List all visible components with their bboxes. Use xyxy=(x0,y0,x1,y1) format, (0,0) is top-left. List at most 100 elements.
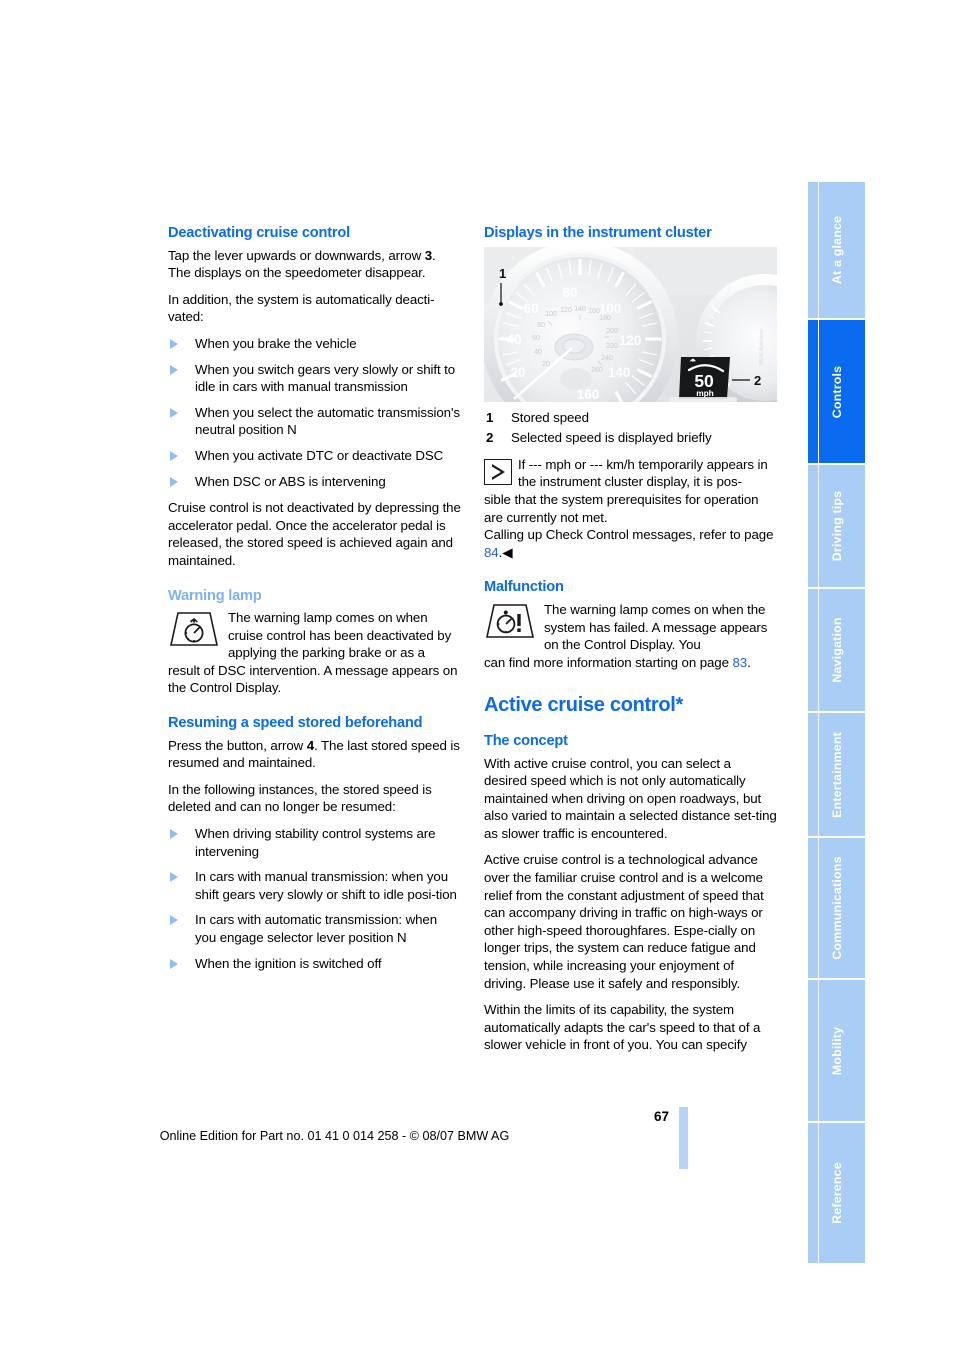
svg-text:60: 60 xyxy=(524,301,539,316)
warning-lamp-rest-text: result of DSC intervention. A message ap… xyxy=(168,662,458,696)
arrow-ref-3: 3 xyxy=(424,247,432,263)
list-item-label: When you select the automatic transmissi… xyxy=(195,404,460,438)
sidebar-item-entertainment[interactable]: Entertainment xyxy=(808,713,865,836)
svg-text:220: 220 xyxy=(606,341,618,350)
list-item-label: When DSC or ABS is intervening xyxy=(195,473,386,489)
triangle-bullet-icon xyxy=(170,915,178,926)
page-link-83[interactable]: 83 xyxy=(732,655,747,670)
svg-text:40: 40 xyxy=(507,332,522,347)
para-in-addition: In addition, the system is automatically… xyxy=(168,291,435,325)
heading-displays-instrument-cluster: Displays in the instrument cluster xyxy=(484,225,712,241)
concept-paragraph-1: With active cruise control, you can sele… xyxy=(484,755,777,841)
list-item-label: When driving stability control systems a… xyxy=(195,826,436,859)
legend-label: Selected speed is displayed briefly xyxy=(511,430,712,446)
sidebar-item-label: Navigation xyxy=(829,617,844,683)
triangle-bullet-icon xyxy=(170,958,178,969)
svg-text:140: 140 xyxy=(608,365,630,380)
legend-item: 2 Selected speed is displayed briefly xyxy=(484,429,777,447)
svg-text:120: 120 xyxy=(619,333,641,348)
sidebar-item-label: Reference xyxy=(829,1162,844,1224)
section-nav-tabs: At a glance Controls Driving tips Naviga… xyxy=(808,182,865,1265)
list-item-label: When you switch gears very slowly or shi… xyxy=(195,361,456,395)
manual-page: Deactivating cruise control Tap the leve… xyxy=(0,0,954,1350)
heading-deactivating-cruise-control: Deactivating cruise control xyxy=(168,225,350,241)
list-item-label: In cars with automatic transmission: whe… xyxy=(195,912,437,945)
cruise-speed-display: 50 mph xyxy=(679,356,730,399)
sidebar-item-reference[interactable]: Reference xyxy=(808,1123,865,1263)
tab-divider-line xyxy=(818,980,819,1121)
svg-text:60: 60 xyxy=(532,333,540,342)
sidebar-item-label: Controls xyxy=(829,365,844,418)
note-ref-part-a: Calling up Check Control messages, refer… xyxy=(484,527,774,543)
sidebar-item-mobility[interactable]: Mobility xyxy=(808,980,865,1121)
note-indent-text: If --- mph or --- km/h temporarily appea… xyxy=(518,456,768,490)
concept-paragraph-2: Active cruise control is a technological… xyxy=(484,852,764,991)
malfunction-rest-part-a: can find more information starting on pa… xyxy=(484,654,733,670)
sidebar-item-navigation[interactable]: Navigation xyxy=(808,589,865,711)
heading-resuming-speed: Resuming a speed stored beforehand xyxy=(168,715,423,732)
sidebar-item-driving-tips[interactable]: Driving tips xyxy=(808,465,865,587)
figure-callout-1: 1 xyxy=(499,266,506,281)
malfunction-rest-part-b: . xyxy=(747,654,751,670)
sidebar-item-label: Communications xyxy=(829,856,844,960)
malfunction-block: The warning lamp comes on when the syste… xyxy=(484,601,777,671)
svg-text:20: 20 xyxy=(511,365,526,380)
svg-text:180: 180 xyxy=(599,313,611,322)
para-tap-lever: Tap the lever upwards or downwards, arro… xyxy=(168,247,461,282)
note-cross-reference: Calling up Check Control messages, refer… xyxy=(484,526,777,561)
svg-text:mph: mph xyxy=(696,388,713,398)
para-following-instances: In the following instances, the stored s… xyxy=(168,781,432,815)
svg-text:200: 200 xyxy=(606,326,618,335)
list-item: When DSC or ABS is intervening xyxy=(168,473,461,491)
sidebar-item-label: At a glance xyxy=(829,215,844,285)
legend-item: 1 Stored speed xyxy=(484,409,777,427)
svg-text:240: 240 xyxy=(601,353,613,362)
instrument-cluster-illustration: 20 40 60 80 100 120 140 160 100 120 140 xyxy=(484,246,777,402)
list-item: When the ignition is switched off xyxy=(168,955,461,973)
triangle-bullet-icon xyxy=(170,364,178,375)
warning-lamp-block: The warning lamp comes on when cruise co… xyxy=(168,609,461,697)
triangle-bullet-icon xyxy=(170,829,178,840)
para-press-button-part-a: Press the button, arrow xyxy=(168,737,307,753)
sidebar-item-communications[interactable]: Communications xyxy=(808,838,865,978)
sidebar-item-label: Mobility xyxy=(829,1026,844,1075)
list-item-label: When you activate DTC or deactivate DSC xyxy=(195,447,444,463)
svg-text:120: 120 xyxy=(560,305,572,314)
triangle-bullet-icon xyxy=(170,407,178,418)
arrow-ref-4: 4 xyxy=(306,737,315,753)
page-number: 67 xyxy=(653,1109,669,1124)
svg-text:20: 20 xyxy=(542,359,550,368)
list-item-label: In cars with manual transmission: when y… xyxy=(195,869,457,902)
note-ref-part-b: .◀ xyxy=(498,544,513,560)
cruise-control-warning-lamp-icon xyxy=(168,611,220,648)
note-rest-text: sible that the system prerequisites for … xyxy=(484,491,759,525)
svg-text:BMW illustration: BMW illustration xyxy=(759,329,765,365)
triangle-bullet-icon xyxy=(170,476,178,487)
figure-legend: 1 Stored speed 2 Selected speed is display… xyxy=(484,409,777,447)
footer-accent-bar xyxy=(679,1107,688,1169)
list-item-label: When you brake the vehicle xyxy=(195,335,357,351)
footer-edition-line: Online Edition for Part no. 01 41 0 014 … xyxy=(159,1129,510,1143)
note-triangle-icon xyxy=(484,458,512,485)
para-tap-lever-part-a: Tap the lever upwards or downwards, arro… xyxy=(168,247,425,263)
list-item: In cars with manual transmission: when y… xyxy=(168,868,461,903)
svg-text:260: 260 xyxy=(591,365,603,374)
svg-text:40: 40 xyxy=(534,347,542,356)
sidebar-item-at-a-glance[interactable]: At a glance xyxy=(808,182,865,318)
malfunction-rest-text: can find more information starting on pa… xyxy=(484,654,777,672)
tab-divider-line xyxy=(818,838,819,978)
right-text-column: Displays in the instrument cluster 20 40… xyxy=(484,225,777,1063)
cruise-control-malfunction-lamp-icon xyxy=(484,603,536,640)
legend-number: 1 xyxy=(486,409,494,425)
sidebar-item-controls[interactable]: Controls xyxy=(808,320,865,463)
list-item: When you switch gears very slowly or shi… xyxy=(168,361,461,396)
heading-active-cruise-control: Active cruise control* xyxy=(484,694,684,717)
list-item: In cars with automatic transmission: whe… xyxy=(168,911,461,946)
svg-text:140: 140 xyxy=(574,304,586,313)
tab-divider-line xyxy=(818,320,819,463)
para-press-button: Press the button, arrow 4. The last stor… xyxy=(168,737,461,772)
sidebar-item-label: Driving tips xyxy=(829,490,844,562)
page-link-84[interactable]: 84 xyxy=(484,545,499,560)
instrument-cluster-figure: 20 40 60 80 100 120 140 160 100 120 140 xyxy=(484,246,777,402)
list-item: When you select the automatic transmissi… xyxy=(168,404,461,439)
